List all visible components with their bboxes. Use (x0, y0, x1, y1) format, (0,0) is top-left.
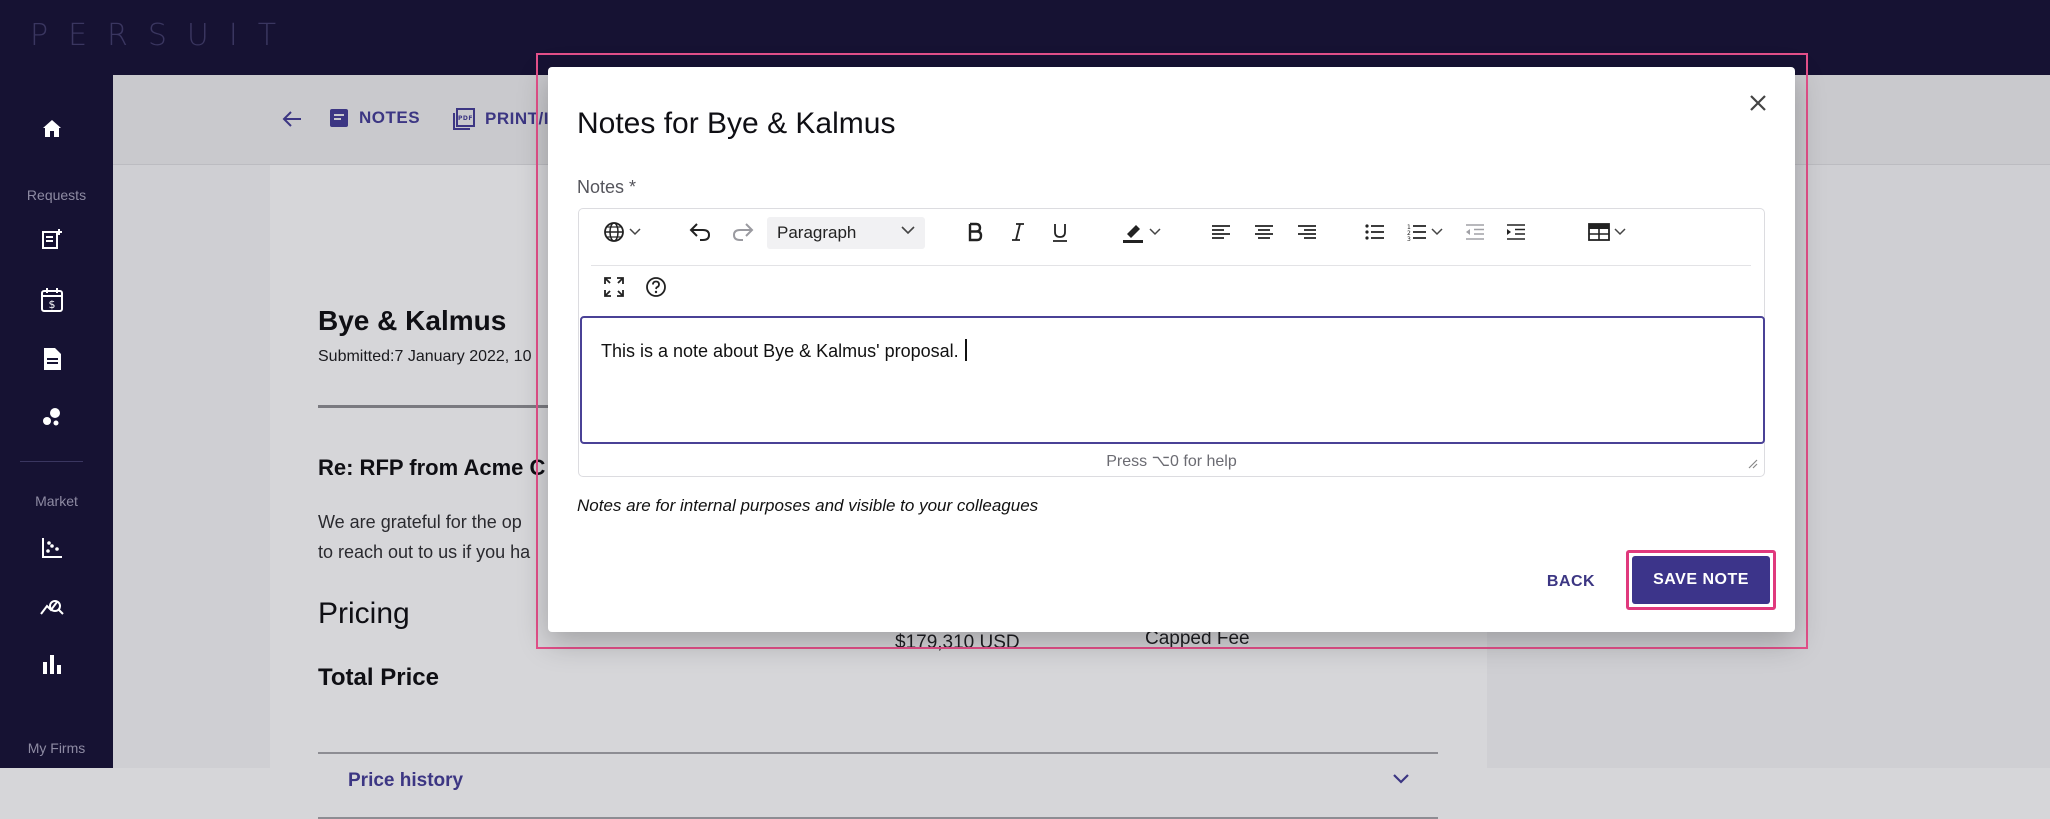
home-icon[interactable] (38, 115, 66, 143)
fullscreen-button[interactable] (599, 272, 629, 302)
svg-text:PDF: PDF (458, 115, 473, 122)
vendor-name: Bye & Kalmus (318, 305, 507, 336)
market-search-icon[interactable] (38, 591, 66, 619)
italic-icon (1012, 223, 1024, 241)
globe-icon (604, 222, 624, 242)
note-content-area[interactable]: This is a note about Bye & Kalmus' propo… (580, 316, 1765, 444)
chevron-down-icon[interactable] (1392, 773, 1410, 785)
bullet-list-button[interactable] (1361, 217, 1389, 247)
notes-visibility-hint: Notes are for internal purposes and visi… (577, 496, 1039, 515)
numbered-list-button[interactable]: 123 (1402, 217, 1448, 247)
notes-modal: Notes for Bye & Kalmus Notes * Paragraph (548, 67, 1795, 632)
align-right-icon (1298, 225, 1316, 239)
editor-status-hint: Press ⌥0 for help (1106, 453, 1237, 470)
notes-tab-label: NOTES (359, 108, 421, 127)
sidebar-section-my-firms: My Firms (27, 740, 86, 756)
bubbles-icon[interactable] (38, 403, 66, 431)
table-icon (1588, 223, 1610, 241)
tab-underline (318, 405, 568, 408)
close-button[interactable] (1743, 88, 1773, 118)
block-format-select[interactable]: Paragraph (767, 217, 925, 249)
align-left-button[interactable] (1207, 217, 1235, 247)
underline-icon (1053, 224, 1067, 242)
chevron-down-icon (629, 228, 641, 236)
notes-icon (330, 109, 348, 127)
undo-icon (689, 223, 711, 241)
svg-text:3: 3 (1407, 236, 1411, 241)
submitted-date: Submitted:7 January 2022, 10 (318, 348, 532, 365)
resize-handle-icon[interactable] (1748, 459, 1758, 469)
persuit-logo[interactable]: PERSUIT (30, 18, 296, 53)
sidebar: Requests $ Market My Firms (0, 75, 113, 768)
outdent-button[interactable] (1462, 217, 1488, 247)
back-arrow-button[interactable] (281, 108, 303, 130)
add-request-icon[interactable] (38, 225, 66, 253)
scatter-chart-icon[interactable] (38, 534, 66, 562)
block-format-value: Paragraph (777, 223, 857, 242)
align-right-button[interactable] (1293, 217, 1321, 247)
proposal-subject: Re: RFP from Acme C (318, 455, 546, 480)
notes-field-label: Notes * (577, 177, 637, 197)
bold-icon (968, 222, 983, 242)
align-left-icon (1212, 225, 1230, 239)
undo-button[interactable] (685, 217, 715, 247)
rich-text-editor: Paragraph 123 This is a note about Bye &… (578, 208, 1765, 477)
italic-button[interactable] (1003, 217, 1033, 247)
svg-text:$: $ (49, 298, 56, 311)
indent-button[interactable] (1503, 217, 1529, 247)
align-center-button[interactable] (1250, 217, 1278, 247)
bullet-list-icon (1365, 224, 1384, 240)
back-button[interactable]: BACK (1536, 564, 1606, 600)
proposal-body-line: to reach out to us if you ha (318, 542, 531, 562)
language-button[interactable] (599, 217, 645, 247)
chevron-down-icon (1431, 228, 1443, 236)
total-price-label: Total Price (318, 664, 439, 691)
proposal-body: We are grateful for the op to reach out … (318, 507, 530, 567)
outdent-icon (1466, 224, 1484, 240)
redo-icon (732, 223, 754, 241)
close-icon (1750, 95, 1766, 111)
chevron-down-icon (1614, 228, 1626, 236)
sidebar-section-requests: Requests (26, 187, 87, 203)
document-icon[interactable] (38, 345, 66, 373)
save-note-button[interactable]: SAVE NOTE (1632, 556, 1770, 604)
redo-button[interactable] (728, 217, 758, 247)
indent-icon (1507, 224, 1525, 240)
proposal-body-line: We are grateful for the op (318, 512, 522, 532)
notes-tab[interactable]: NOTES (329, 108, 420, 128)
note-text: This is a note about Bye & Kalmus' propo… (601, 341, 959, 361)
divider (318, 752, 1438, 754)
toolbar-divider (591, 265, 1751, 266)
price-history-toggle[interactable]: Price history (348, 770, 463, 792)
table-button[interactable] (1584, 217, 1630, 247)
modal-title: Notes for Bye & Kalmus (577, 107, 896, 140)
highlight-color-button[interactable] (1115, 217, 1167, 247)
text-cursor (964, 339, 967, 361)
print-tab[interactable]: PDF PRINT/I (453, 108, 549, 130)
help-icon (646, 277, 666, 297)
underline-button[interactable] (1045, 217, 1075, 247)
numbered-list-icon: 123 (1407, 224, 1426, 241)
calendar-dollar-icon[interactable]: $ (38, 286, 66, 314)
sidebar-section-market: Market (35, 493, 78, 509)
chevron-down-icon (901, 226, 915, 235)
note-content[interactable]: This is a note about Bye & Kalmus' propo… (601, 339, 967, 362)
chevron-down-icon (1149, 228, 1161, 236)
highlighter-icon (1123, 225, 1143, 243)
align-center-icon (1255, 225, 1273, 239)
pdf-icon: PDF (453, 108, 475, 130)
sidebar-divider (20, 461, 83, 462)
help-button[interactable] (641, 272, 671, 302)
bold-button[interactable] (960, 217, 990, 247)
pricing-heading: Pricing (318, 597, 410, 630)
bar-chart-icon[interactable] (38, 650, 66, 678)
fullscreen-icon (604, 277, 624, 297)
